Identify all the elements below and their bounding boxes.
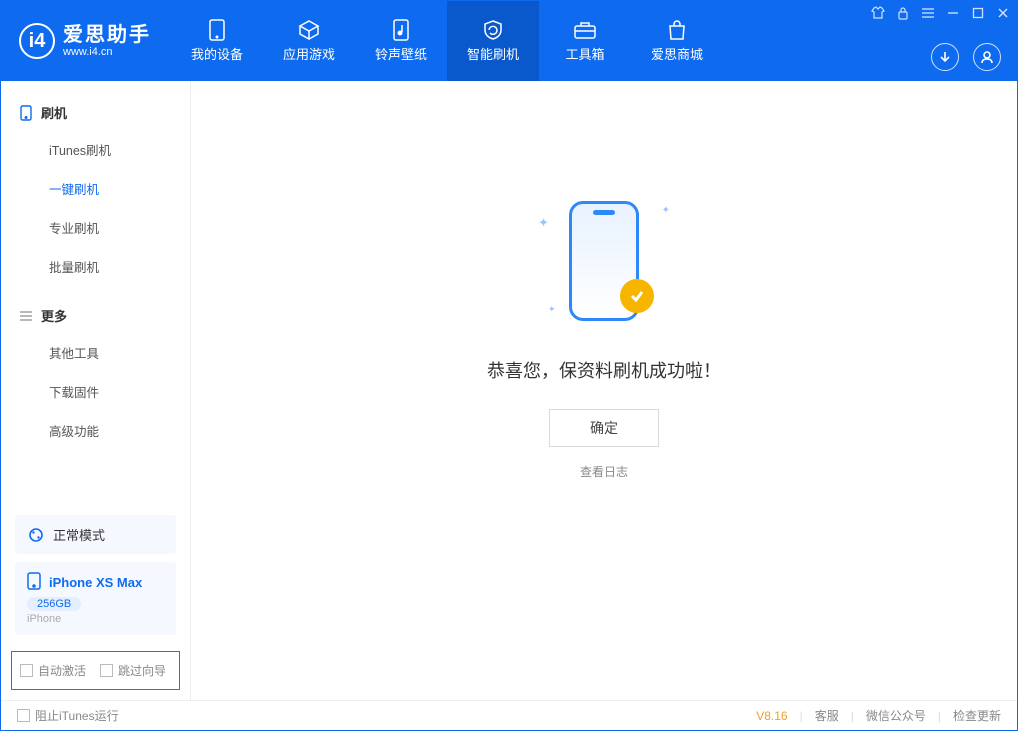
refresh-shield-icon	[480, 20, 506, 40]
separator: |	[938, 709, 941, 723]
footer-right: V8.16 | 客服 | 微信公众号 | 检查更新	[756, 707, 1001, 724]
app-title: 爱思助手	[63, 24, 151, 46]
nav-toolbox[interactable]: 工具箱	[539, 1, 631, 81]
phone-icon	[204, 20, 230, 40]
nav-device[interactable]: 我的设备	[171, 1, 263, 81]
support-link[interactable]: 客服	[815, 707, 839, 724]
skip-guide-checkbox[interactable]: 跳过向导	[100, 662, 166, 679]
cube-icon	[296, 20, 322, 40]
block-itunes-checkbox[interactable]: 阻止iTunes运行	[17, 707, 119, 724]
nav-label: 工具箱	[565, 44, 604, 63]
nav-flash[interactable]: 智能刷机	[447, 1, 539, 81]
group-label: 刷机	[41, 103, 67, 122]
success-illustration: ✦ ✦ ✦	[514, 191, 694, 331]
window-controls	[870, 5, 1011, 21]
checkbox-icon	[20, 664, 33, 677]
checkbox-label: 跳过向导	[118, 662, 166, 679]
separator: |	[851, 709, 854, 723]
device-box[interactable]: iPhone XS Max 256GB iPhone	[15, 562, 176, 635]
minimize-button[interactable]	[945, 5, 961, 21]
ok-button[interactable]: 确定	[549, 409, 659, 447]
nav-ringtones[interactable]: 铃声壁纸	[355, 1, 447, 81]
checkbox-label: 自动激活	[38, 662, 86, 679]
shirt-icon[interactable]	[870, 5, 886, 21]
view-log-link[interactable]: 查看日志	[580, 463, 628, 480]
sidebar-item-advanced[interactable]: 高级功能	[1, 411, 190, 450]
bag-icon	[664, 20, 690, 40]
check-badge-icon	[620, 279, 654, 313]
device-phone-icon	[27, 572, 41, 593]
update-link[interactable]: 检查更新	[953, 707, 1001, 724]
device-icon	[19, 106, 33, 120]
nav-apps[interactable]: 应用游戏	[263, 1, 355, 81]
status-icon	[27, 526, 45, 544]
close-button[interactable]	[995, 5, 1011, 21]
header: i4 爱思助手 www.i4.cn 我的设备 应用游戏 铃声壁纸 智能刷机 工具…	[1, 1, 1017, 81]
device-capacity: 256GB	[27, 597, 81, 611]
nav-label: 应用游戏	[283, 44, 335, 63]
version-label: V8.16	[756, 709, 787, 723]
sidebar-item-other[interactable]: 其他工具	[1, 333, 190, 372]
top-nav: 我的设备 应用游戏 铃声壁纸 智能刷机 工具箱 爱思商城	[171, 1, 723, 81]
app-subtitle: www.i4.cn	[63, 46, 151, 58]
sidebar-item-firmware[interactable]: 下载固件	[1, 372, 190, 411]
lock-icon[interactable]	[895, 5, 911, 21]
maximize-button[interactable]	[970, 5, 986, 21]
footer: 阻止iTunes运行 V8.16 | 客服 | 微信公众号 | 检查更新	[1, 700, 1017, 730]
logo-text: 爱思助手 www.i4.cn	[63, 24, 151, 58]
user-icon[interactable]	[973, 43, 1001, 71]
sidebar: 刷机 iTunes刷机 一键刷机 专业刷机 批量刷机 更多 其他工具 下载固件 …	[1, 81, 191, 700]
logo-icon: i4	[19, 23, 55, 59]
sparkle-icon: ✦	[548, 304, 556, 315]
sidebar-group-flash[interactable]: 刷机	[1, 95, 190, 130]
toolbox-icon	[572, 20, 598, 40]
sidebar-scroll: 刷机 iTunes刷机 一键刷机 专业刷机 批量刷机 更多 其他工具 下载固件 …	[1, 81, 190, 507]
menu-icon	[19, 309, 33, 323]
header-right	[931, 43, 1001, 71]
checkbox-icon	[17, 709, 30, 722]
mode-box[interactable]: 正常模式	[15, 515, 176, 554]
nav-label: 智能刷机	[467, 44, 519, 63]
nav-label: 铃声壁纸	[375, 44, 427, 63]
checkbox-icon	[100, 664, 113, 677]
checkbox-label: 阻止iTunes运行	[35, 707, 119, 724]
main-content: ✦ ✦ ✦ 恭喜您，保资料刷机成功啦！ 确定 查看日志	[191, 81, 1017, 700]
sidebar-item-itunes[interactable]: iTunes刷机	[1, 130, 190, 169]
nav-label: 我的设备	[191, 44, 243, 63]
sparkle-icon: ✦	[538, 215, 549, 231]
sparkle-icon: ✦	[662, 205, 670, 216]
success-message: 恭喜您，保资料刷机成功啦！	[487, 357, 721, 383]
device-name: iPhone XS Max	[49, 575, 142, 590]
nav-store[interactable]: 爱思商城	[631, 1, 723, 81]
group-label: 更多	[41, 306, 67, 325]
menu-lines-icon[interactable]	[920, 5, 936, 21]
logo[interactable]: i4 爱思助手 www.i4.cn	[1, 1, 165, 81]
auto-activate-checkbox[interactable]: 自动激活	[20, 662, 86, 679]
mode-label: 正常模式	[53, 525, 105, 544]
body: 刷机 iTunes刷机 一键刷机 专业刷机 批量刷机 更多 其他工具 下载固件 …	[1, 81, 1017, 700]
wechat-link[interactable]: 微信公众号	[866, 707, 926, 724]
download-icon[interactable]	[931, 43, 959, 71]
sidebar-item-pro[interactable]: 专业刷机	[1, 208, 190, 247]
music-file-icon	[388, 20, 414, 40]
nav-label: 爱思商城	[651, 44, 703, 63]
sidebar-bottom-options: 自动激活 跳过向导	[11, 651, 180, 690]
sidebar-group-more[interactable]: 更多	[1, 298, 190, 333]
footer-left: 阻止iTunes运行	[17, 707, 119, 724]
separator: |	[800, 709, 803, 723]
sidebar-item-batch[interactable]: 批量刷机	[1, 247, 190, 286]
device-type: iPhone	[27, 613, 164, 625]
sidebar-item-oneclick[interactable]: 一键刷机	[1, 169, 190, 208]
